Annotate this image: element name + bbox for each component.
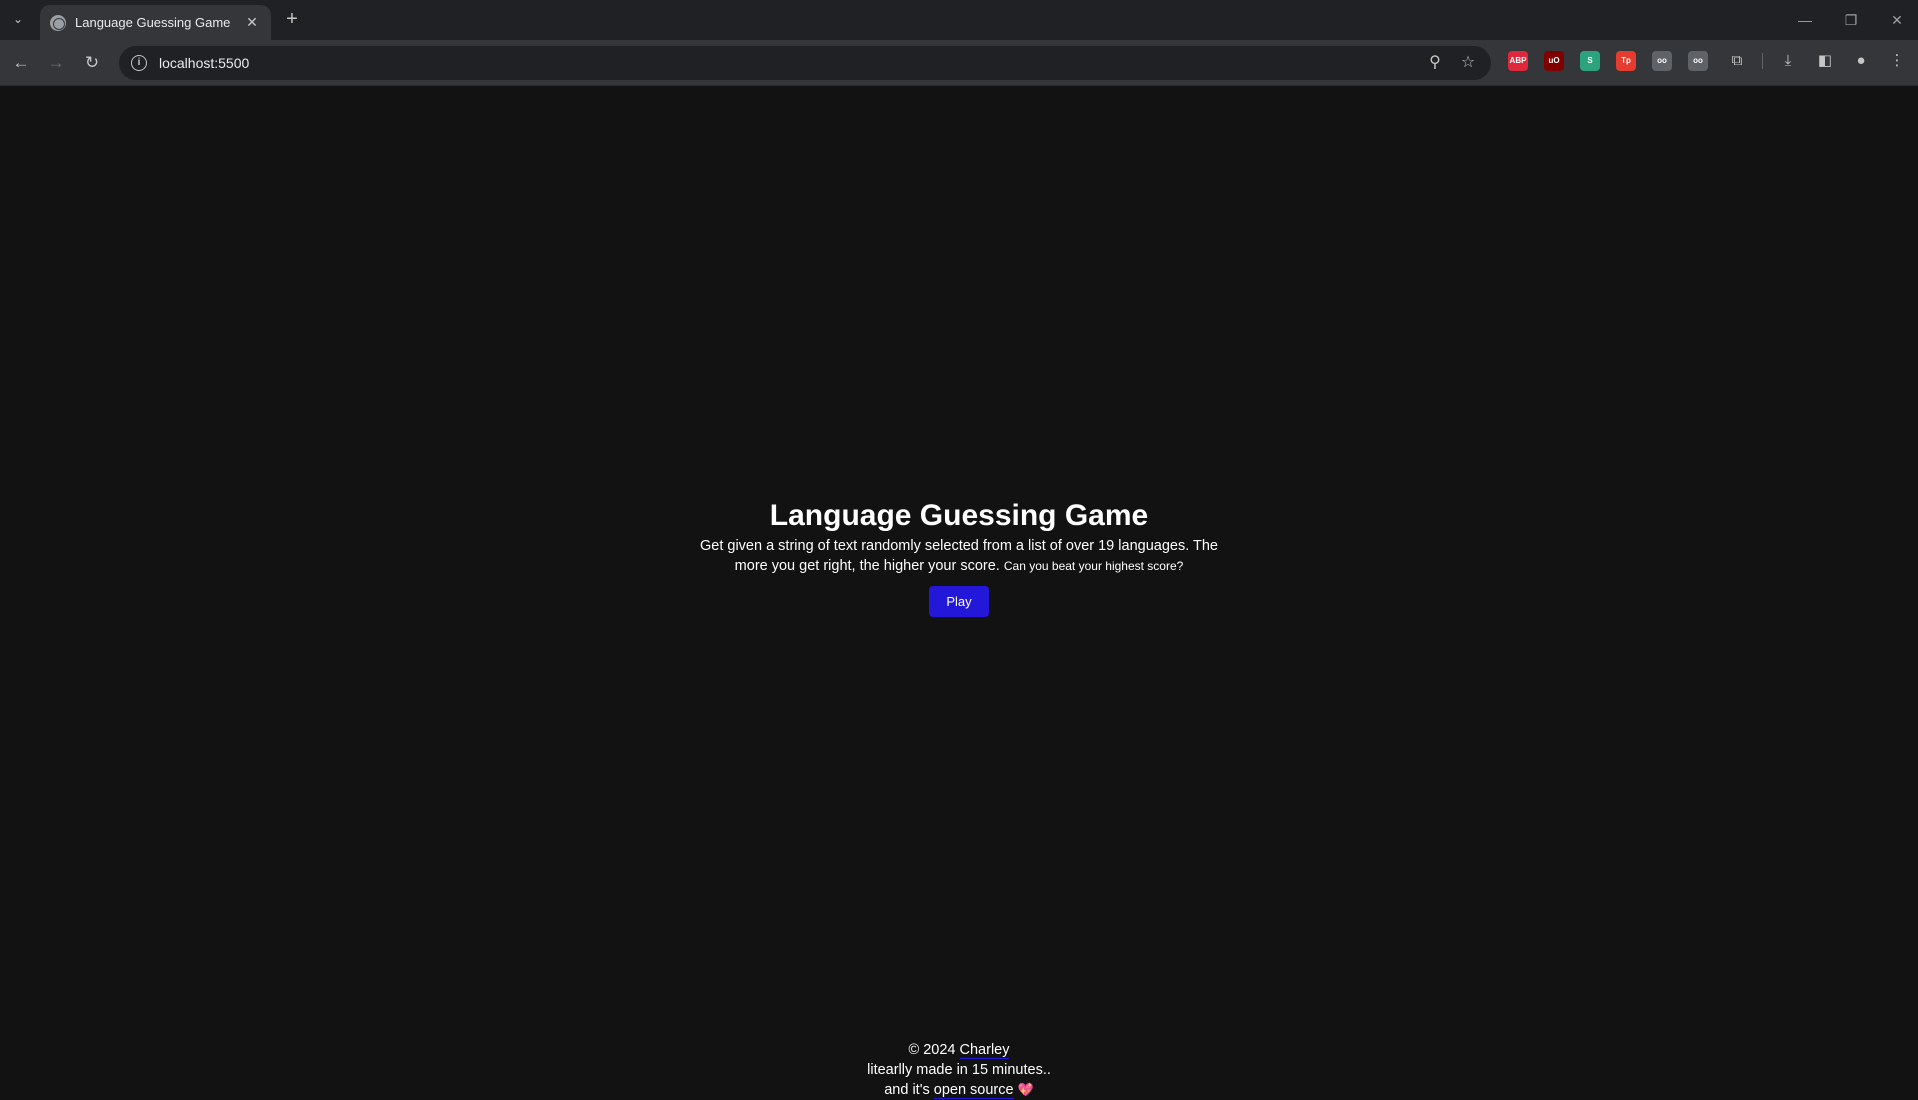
footer-made-in-text: litearlly made in 15 minutes..	[867, 1062, 1051, 1078]
captions-extension-icon[interactable]: oo	[1688, 51, 1708, 71]
address-bar[interactable]: i localhost:5500 ⚲ ☆	[119, 46, 1491, 80]
game-description: Get given a string of text randomly sele…	[689, 536, 1229, 576]
download-icon[interactable]: ⤓	[1776, 49, 1800, 73]
footer: © 2024 Charley litearlly made in 15 minu…	[0, 1040, 1918, 1100]
back-icon[interactable]: ←	[8, 50, 34, 76]
footer-open-source-line: and it's open source 💖	[0, 1080, 1918, 1100]
profile-avatar[interactable]: ●	[1849, 49, 1873, 73]
extensions-puzzle-icon[interactable]: ⧉	[1725, 49, 1749, 73]
adblock-plus-icon[interactable]: ABP	[1508, 51, 1528, 71]
menu-kebab-icon[interactable]: ⋮	[1885, 49, 1909, 73]
open-source-prefix: and it's	[884, 1082, 930, 1098]
new-tab-button[interactable]: +	[280, 8, 304, 32]
toolbar-separator	[1762, 53, 1763, 69]
globe-icon	[50, 14, 66, 31]
hero-section: Language Guessing Game Get given a strin…	[0, 498, 1918, 617]
restore-icon[interactable]: ❐	[1836, 8, 1866, 32]
play-button[interactable]: Play	[929, 586, 989, 617]
footer-copyright-line: © 2024 Charley	[0, 1040, 1918, 1060]
open-source-link[interactable]: open source	[933, 1082, 1014, 1099]
ublock-origin-icon[interactable]: uO	[1544, 51, 1564, 71]
s-extension-icon[interactable]: S	[1580, 51, 1600, 71]
close-tab-icon[interactable]: ✕	[243, 14, 261, 31]
author-link[interactable]: Charley	[959, 1042, 1010, 1059]
description-challenge: Can you beat your highest score?	[1003, 559, 1184, 573]
tab-active[interactable]: Language Guessing Game ✕	[40, 5, 271, 40]
close-window-icon[interactable]: ✕	[1882, 8, 1912, 32]
minimize-icon[interactable]: —	[1790, 8, 1820, 32]
reload-icon[interactable]: ↻	[79, 50, 105, 76]
site-info-icon[interactable]: i	[131, 55, 147, 71]
forward-icon[interactable]: →	[43, 50, 69, 76]
tab-strip: ⌄ Language Guessing Game ✕ + — ❐ ✕	[0, 0, 1918, 40]
tab-title: Language Guessing Game	[75, 15, 231, 30]
url-text[interactable]: localhost:5500	[159, 55, 249, 71]
side-panel-icon[interactable]: ◧	[1813, 49, 1837, 73]
tp-extension-icon[interactable]: Tp	[1616, 51, 1636, 71]
page-title: Language Guessing Game	[769, 499, 1149, 532]
page-viewport: Language Guessing Game Get given a strin…	[0, 86, 1918, 1099]
copyright-text: © 2024	[908, 1042, 956, 1058]
glasses-extension-icon[interactable]: oo	[1652, 51, 1672, 71]
zoom-icon[interactable]: ⚲	[1421, 46, 1449, 80]
bookmark-star-icon[interactable]: ☆	[1454, 46, 1482, 80]
heart-icon: 💖	[1017, 1082, 1034, 1097]
tab-search-icon[interactable]: ⌄	[6, 7, 30, 31]
